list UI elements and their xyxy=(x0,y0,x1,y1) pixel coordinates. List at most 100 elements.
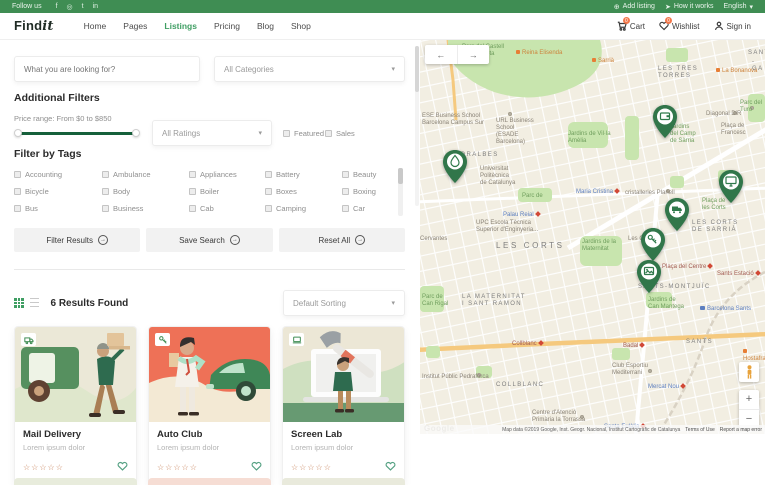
map-label: UPC Escola Tècnica Superior d'Enginyeria… xyxy=(476,220,538,234)
chevron-down-icon: ▾ xyxy=(749,3,753,11)
price-range-slider[interactable] xyxy=(14,129,140,137)
tag-checkbox-beauty[interactable]: Beauty xyxy=(342,170,397,179)
card-illustration xyxy=(283,327,404,422)
map-label: Sants Estació xyxy=(717,271,760,278)
nav-item-blog[interactable]: Blog xyxy=(257,21,274,31)
map-pin-wallet[interactable] xyxy=(652,105,678,139)
tag-checkbox-body[interactable]: Body xyxy=(102,187,189,196)
slider-handle-max[interactable] xyxy=(132,129,140,137)
logo[interactable]: Findit xyxy=(14,18,54,34)
ratings-select[interactable]: All Ratings ▾ xyxy=(152,120,272,146)
map-label: COLLBLANC xyxy=(496,382,544,389)
map-label: Badal xyxy=(623,343,644,350)
checkbox-icon xyxy=(265,171,272,178)
cart-button[interactable]: 0 Cart xyxy=(617,21,645,31)
map[interactable]: ← → + − Google Map data ©2019 Google, In… xyxy=(420,40,765,434)
listing-card-screen-lab[interactable]: Screen Lab Lorem ipsum dolor ☆☆☆☆☆ xyxy=(282,326,405,485)
listing-card-auto-club[interactable]: Auto Club Lorem ipsum dolor ☆☆☆☆☆ xyxy=(148,326,271,485)
grid-view-button[interactable] xyxy=(14,298,24,308)
tag-checkbox-accounting[interactable]: Accounting xyxy=(14,170,102,179)
report-map-error-link[interactable]: Report a map error xyxy=(720,427,762,433)
nav-item-listings[interactable]: Listings xyxy=(164,21,197,31)
filter-results-button[interactable]: Filter Results→ xyxy=(14,228,140,252)
tag-checkbox-business[interactable]: Business xyxy=(102,204,189,213)
checkbox-icon xyxy=(265,205,272,212)
add-listing-button[interactable]: ⊕ Add listing xyxy=(614,3,655,11)
linkedin-icon[interactable]: in xyxy=(93,3,98,11)
sorting-select[interactable]: Default Sorting ▾ xyxy=(283,290,405,316)
nav-item-pricing[interactable]: Pricing xyxy=(214,21,240,31)
checkbox-icon xyxy=(14,205,21,212)
pegman-control[interactable] xyxy=(739,362,759,382)
poi-dot-icon xyxy=(508,112,512,116)
wishlist-button[interactable]: 0 Wishlist xyxy=(659,21,700,31)
price-range-label: Price range: From $0 to $850 xyxy=(14,114,112,123)
attribution-text: Map data ©2019 Google, Inst. Geogr. Naci… xyxy=(502,427,680,433)
map-label: Parc del Turó xyxy=(740,100,765,114)
map-label: SANT xyxy=(748,50,765,57)
favorite-heart-button[interactable] xyxy=(251,458,262,476)
terms-of-use-link[interactable]: Terms of Use xyxy=(685,427,714,433)
map-history-control: ← → xyxy=(425,45,489,64)
facebook-icon[interactable]: f xyxy=(56,3,58,11)
results-header: 6 Results Found Default Sorting ▾ xyxy=(14,290,405,316)
map-pin-image[interactable] xyxy=(636,260,662,294)
map-label: cristalleries Planell xyxy=(625,190,675,197)
sales-checkbox[interactable]: Sales xyxy=(325,129,355,138)
how-it-works-button[interactable]: ➤ How it works xyxy=(665,3,714,11)
favorite-heart-button[interactable] xyxy=(117,458,128,476)
map-label: Universitat Politècnica de Catalunya xyxy=(480,166,515,187)
instagram-icon[interactable]: ◎ xyxy=(67,3,73,11)
card-title: Mail Delivery xyxy=(23,429,128,440)
tag-checkbox-boiler[interactable]: Boiler xyxy=(189,187,265,196)
map-pin-drop[interactable] xyxy=(442,150,468,184)
map-label: Sarrià xyxy=(592,58,614,65)
tag-checkbox-ambulance[interactable]: Ambulance xyxy=(102,170,189,179)
listing-card-mail-delivery[interactable]: Mail Delivery Lorem ipsum dolor ☆☆☆☆☆ xyxy=(14,326,137,485)
map-label: Centre d'Atenció Primària la Torrassa xyxy=(532,410,585,424)
tag-checkbox-bus[interactable]: Bus xyxy=(14,204,102,213)
scrollbar-thumb[interactable] xyxy=(398,168,403,184)
social-icons: f ◎ t in xyxy=(56,3,98,11)
nav-item-shop[interactable]: Shop xyxy=(291,21,311,31)
twitter-icon[interactable]: t xyxy=(82,3,84,11)
map-pin-monitor[interactable] xyxy=(718,170,744,204)
tag-checkbox-boxing[interactable]: Boxing xyxy=(342,187,397,196)
category-select[interactable]: All Categories ▾ xyxy=(214,56,405,82)
tag-checkbox-car[interactable]: Car xyxy=(342,204,397,213)
tag-checkbox-bicycle[interactable]: Bicycle xyxy=(14,187,102,196)
checkbox-icon xyxy=(342,171,349,178)
tag-checkbox-camping[interactable]: Camping xyxy=(265,204,342,213)
chevron-down-icon: ▾ xyxy=(258,129,262,137)
reset-all-button[interactable]: Reset All→ xyxy=(279,228,405,252)
panel-scrollbar[interactable] xyxy=(415,46,419,206)
tag-checkbox-boxes[interactable]: Boxes xyxy=(265,187,342,196)
train-station-icon xyxy=(700,306,705,310)
signin-button[interactable]: Sign in xyxy=(714,21,751,31)
card-illustration xyxy=(149,327,270,422)
zoom-in-button[interactable]: + xyxy=(739,390,759,410)
tag-checkbox-cab[interactable]: Cab xyxy=(189,204,265,213)
metro-station-icon xyxy=(680,383,686,389)
tags-grid: AccountingAmbulanceAppliancesBatteryBeau… xyxy=(14,166,405,218)
tag-checkbox-battery[interactable]: Battery xyxy=(265,170,342,179)
map-pin-key[interactable] xyxy=(640,228,666,262)
map-back-button[interactable]: ← xyxy=(425,45,458,64)
map-label: Collblanc xyxy=(512,341,543,348)
checkbox-icon xyxy=(189,188,196,195)
featured-checkbox[interactable]: Featured xyxy=(283,129,324,138)
list-view-button[interactable] xyxy=(30,298,39,309)
save-search-button[interactable]: Save Search→ xyxy=(146,228,272,252)
metro-station-icon xyxy=(535,211,541,217)
nav-item-home[interactable]: Home xyxy=(84,21,107,31)
map-pin-truck[interactable] xyxy=(664,198,690,232)
search-input[interactable] xyxy=(24,65,190,74)
slider-handle-min[interactable] xyxy=(14,129,22,137)
nav-item-pages[interactable]: Pages xyxy=(123,21,147,31)
tags-scrollbar[interactable] xyxy=(398,168,403,216)
tag-checkbox-appliances[interactable]: Appliances xyxy=(189,170,265,179)
map-forward-button[interactable]: → xyxy=(458,45,490,64)
user-icon xyxy=(714,21,724,31)
language-select[interactable]: English ▾ xyxy=(724,3,753,11)
favorite-heart-button[interactable] xyxy=(385,458,396,476)
